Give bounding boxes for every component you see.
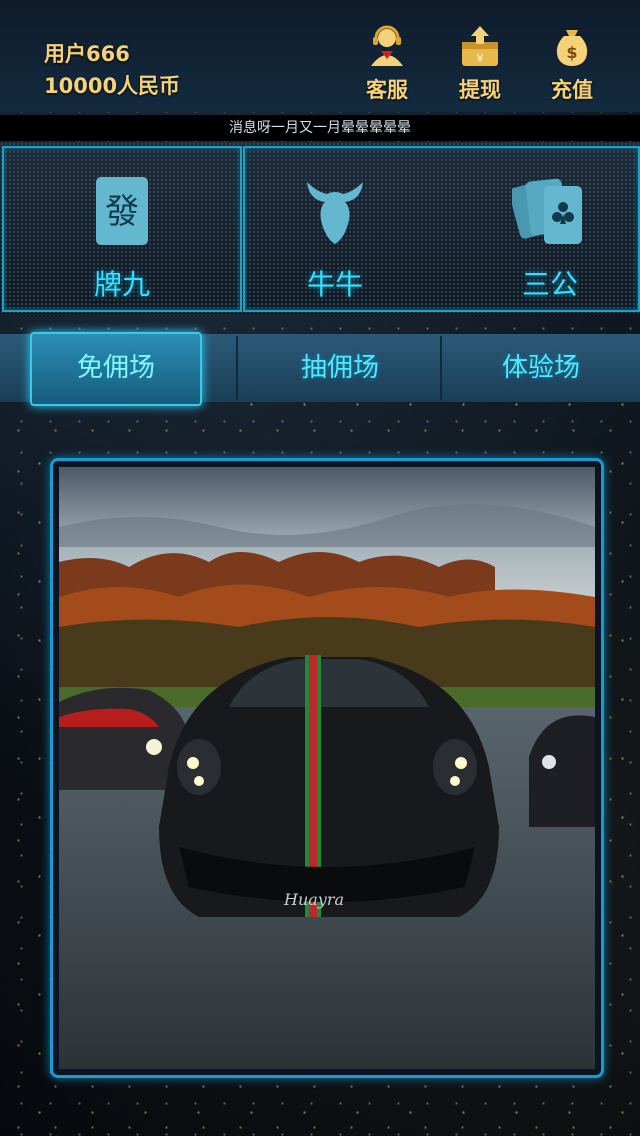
tab-trial-room[interactable]: 体验场 bbox=[442, 334, 640, 402]
tab-commission-room-label: 抽佣场 bbox=[300, 353, 379, 383]
withdraw-label: 提现 bbox=[459, 78, 501, 102]
game-paijiu-label: 牌九 bbox=[93, 268, 150, 301]
tab-divider bbox=[236, 336, 238, 400]
tab-commission-room[interactable]: 抽佣场 bbox=[240, 334, 440, 402]
car-badge: Huayra bbox=[283, 890, 344, 909]
game-niuniu-label: 牛牛 bbox=[306, 268, 363, 301]
recharge-button[interactable]: $ 充值 bbox=[537, 24, 607, 104]
bull-head-icon bbox=[307, 182, 363, 244]
tab-free-room-label: 免佣场 bbox=[76, 353, 155, 383]
tab-trial-room-label: 体验场 bbox=[501, 353, 580, 383]
notice-marquee: 消息呀一月又一月晕晕晕晕晕 bbox=[0, 115, 640, 141]
tab-free-room[interactable]: 免佣场 bbox=[30, 332, 202, 406]
recharge-label: 充值 bbox=[551, 78, 593, 102]
top-header: 用户666 10000人民币 客服 ¥ 提现 $ 充值 bbox=[0, 0, 640, 112]
withdraw-icon: ¥ bbox=[462, 26, 498, 66]
customer-service-label: 客服 bbox=[366, 78, 408, 102]
withdraw-button[interactable]: ¥ 提现 bbox=[445, 24, 515, 104]
game-group: 牛牛 三公 bbox=[243, 146, 640, 312]
sports-car-image: Huayra bbox=[59, 467, 595, 1069]
game-sangong-label: 三公 bbox=[521, 268, 578, 301]
promo-banner[interactable]: Huayra bbox=[50, 458, 604, 1078]
mahjong-tile-icon: 發 bbox=[96, 177, 148, 245]
recharge-icon: $ bbox=[556, 30, 588, 66]
game-niuniu-card[interactable]: 牛牛 bbox=[245, 148, 425, 310]
customer-service-icon bbox=[371, 25, 403, 66]
svg-text:¥: ¥ bbox=[477, 52, 484, 65]
balance: 10000人民币 bbox=[44, 74, 181, 98]
customer-service-button[interactable]: 客服 bbox=[352, 24, 422, 104]
game-paijiu-card[interactable]: 發 牌九 bbox=[2, 146, 242, 312]
user-name: 用户666 bbox=[44, 42, 130, 66]
svg-text:$: $ bbox=[566, 43, 577, 62]
svg-text:發: 發 bbox=[105, 192, 139, 232]
game-selector: 發 牌九 牛牛 三公 bbox=[0, 142, 640, 314]
playing-cards-icon bbox=[512, 178, 582, 244]
room-tabs: 免佣场 抽佣场 体验场 bbox=[0, 332, 640, 406]
game-sangong-card[interactable]: 三公 bbox=[460, 148, 640, 310]
